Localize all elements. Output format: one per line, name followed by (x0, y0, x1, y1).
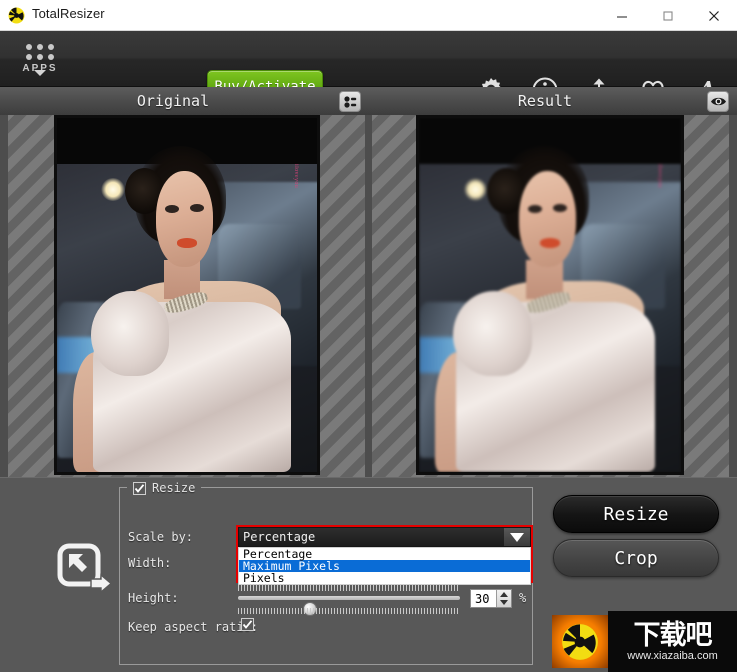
watermark-text-block: 下载吧 www.xiazaiba.com (608, 611, 737, 672)
scale-slider-track[interactable] (238, 596, 460, 616)
resize-group-checkbox[interactable] (133, 481, 146, 495)
scale-by-select[interactable]: Percentage (238, 527, 531, 547)
original-panel-title: Original (136, 92, 210, 110)
photo-watermark-text: iloveyou (656, 164, 663, 189)
width-label: Width: (128, 556, 172, 570)
scale-by-label: Scale by: (128, 530, 194, 544)
stepper-down-icon[interactable] (500, 600, 508, 606)
slider-ticks-top (238, 585, 460, 591)
main-toolbar: APPS Buy/Activate (0, 31, 737, 104)
app-radiation-logo-icon (8, 7, 25, 24)
scale-value-stepper[interactable]: 30 (470, 589, 512, 608)
image-viewers: iloveyou iloveyou (0, 115, 737, 477)
window-controls (599, 0, 737, 31)
result-panel-title: Result (517, 92, 573, 110)
window-title: TotalResizer (32, 6, 105, 21)
minimize-button[interactable] (599, 0, 645, 31)
scale-by-selected-value: Percentage (243, 530, 316, 544)
scale-unit-label: % (519, 591, 527, 605)
watermark-site-name: 下载吧 (633, 619, 713, 651)
stepper-up-icon[interactable] (500, 591, 508, 597)
chevron-down-icon[interactable] (504, 528, 530, 546)
scale-slider-row: 30 % (238, 585, 533, 616)
application-window: TotalResizer APPS Buy/Activate (0, 0, 737, 672)
result-panel-header: Result (380, 87, 710, 115)
watermark-site-url: www.xiazaiba.com (627, 649, 718, 662)
scale-by-option-pixels[interactable]: Pixels (239, 572, 530, 584)
title-bar: TotalResizer (0, 0, 737, 31)
height-label: Height: (128, 591, 179, 605)
scale-by-option-list: Percentage Maximum Pixels Pixels (238, 547, 531, 585)
layout-list-toggle-icon[interactable] (339, 91, 361, 112)
crop-button[interactable]: Crop (553, 539, 719, 577)
site-watermark: 下载吧 www.xiazaiba.com (552, 611, 737, 672)
keep-aspect-ratio-checkbox[interactable] (241, 618, 254, 631)
apps-menu-button[interactable]: APPS (16, 38, 64, 82)
original-image-viewer[interactable]: iloveyou (8, 115, 365, 477)
close-button[interactable] (691, 0, 737, 31)
chevron-down-icon (34, 70, 46, 76)
keep-aspect-ratio-label: Keep aspect ratio: (128, 620, 259, 634)
scale-value-input[interactable]: 30 (471, 592, 496, 606)
resize-group-label: Resize (152, 481, 196, 495)
original-photo: iloveyou (54, 115, 320, 475)
original-panel-header: Original (8, 87, 338, 115)
slider-ticks-bottom (238, 608, 460, 614)
watermark-radiation-logo-icon (552, 615, 608, 668)
scale-by-dropdown-highlight: Percentage Percentage Maximum Pixels Pix… (236, 525, 533, 585)
eye-preview-icon[interactable] (707, 91, 729, 112)
scale-arrow-icon (55, 542, 115, 602)
result-photo: iloveyou (416, 115, 684, 475)
apps-grid-icon (25, 44, 55, 61)
panel-headers-bar: Original Result (0, 87, 737, 115)
resize-button[interactable]: Resize (553, 495, 719, 533)
resize-group-legend[interactable]: Resize (127, 480, 202, 496)
stepper-arrows[interactable] (496, 590, 511, 607)
maximize-button[interactable] (645, 0, 691, 31)
result-image-viewer[interactable]: iloveyou (372, 115, 729, 477)
photo-watermark-text: iloveyou (292, 164, 299, 189)
